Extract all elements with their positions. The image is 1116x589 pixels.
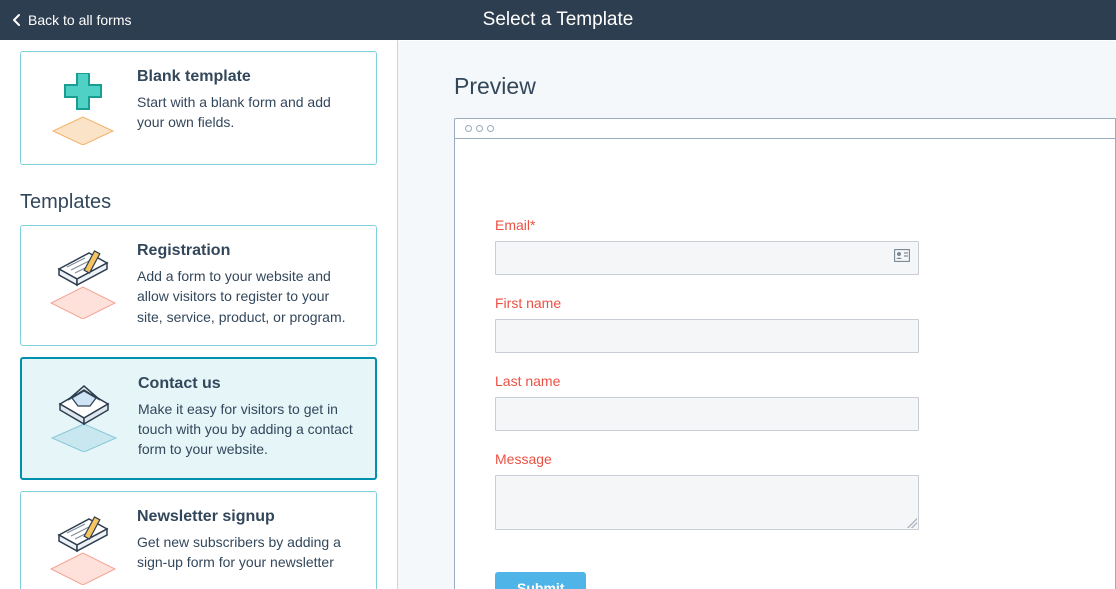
submit-button[interactable]: Submit [495,572,586,589]
last-name-field[interactable] [495,397,919,431]
first-name-label: First name [495,295,1075,311]
card-title: Newsletter signup [137,508,358,526]
template-card-blank[interactable]: Blank template Start with a blank form a… [20,51,377,165]
page-title: Select a Template [483,9,634,31]
card-description: Start with a blank form and add your own… [137,92,358,133]
template-card-contact-us[interactable]: Contact us Make it easy for visitors to … [20,357,377,480]
message-field[interactable] [495,475,919,530]
card-title: Registration [137,242,358,260]
template-card-registration[interactable]: Registration Add a form to your website … [20,225,377,346]
first-name-field[interactable] [495,319,919,353]
template-card-newsletter-signup[interactable]: Newsletter signup Get new subscribers by… [20,491,377,589]
card-description: Add a form to your website and allow vis… [137,266,358,327]
last-name-label: Last name [495,373,1075,389]
card-description: Get new subscribers by adding a sign-up … [137,532,358,573]
main-content: Blank template Start with a blank form a… [0,40,1116,589]
card-title: Blank template [137,68,358,86]
browser-traffic-lights-icon [455,119,1115,139]
back-link-label: Back to all forms [28,12,131,28]
form-paper-icon [39,246,127,320]
email-field[interactable] [495,241,919,275]
envelope-icon [40,379,128,453]
plus-block-icon [39,72,127,146]
browser-preview-frame: Email* First name Last name [454,118,1116,589]
card-title: Contact us [138,375,357,393]
message-label: Message [495,451,1075,467]
templates-heading: Templates [20,191,377,214]
email-label: Email* [495,217,1075,233]
back-to-all-forms-link[interactable]: Back to all forms [12,0,131,40]
top-bar: Back to all forms Select a Template [0,0,1116,40]
card-description: Make it easy for visitors to get in touc… [138,399,357,460]
preview-heading: Preview [454,73,1116,100]
preview-panel: Preview Email* [398,40,1116,589]
contact-card-icon [894,249,910,267]
form-preview: Email* First name Last name [455,139,1115,589]
chevron-left-icon [12,13,22,27]
template-list-panel: Blank template Start with a blank form a… [0,40,398,589]
form-paper-icon [39,512,127,586]
